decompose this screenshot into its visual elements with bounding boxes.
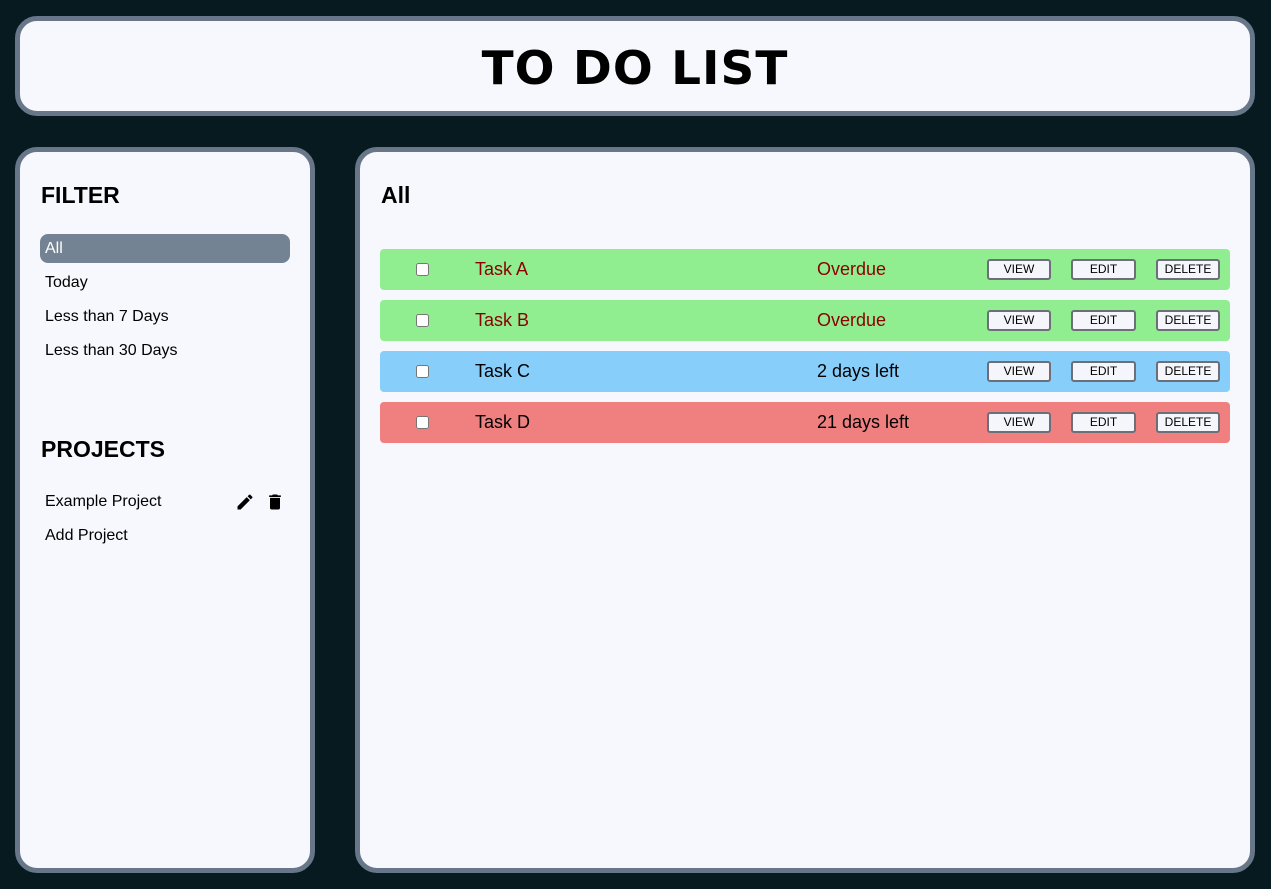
pencil-icon[interactable] — [235, 492, 255, 512]
task-title: Task D — [475, 412, 531, 432]
project-label: Example Project — [45, 493, 162, 510]
task-due: 21 days left — [817, 412, 910, 432]
header-panel: TO DO LIST — [15, 16, 1255, 116]
filter-30-days[interactable]: Less than 30 Days — [40, 336, 290, 365]
filter-today[interactable]: Today — [40, 268, 290, 297]
task-checkbox[interactable] — [416, 416, 429, 429]
task-checkbox[interactable] — [416, 263, 429, 276]
delete-button[interactable]: DELETE — [1156, 310, 1220, 331]
view-button[interactable]: VIEW — [987, 361, 1051, 382]
filter-7-days[interactable]: Less than 7 Days — [40, 302, 290, 331]
task-due: Overdue — [817, 310, 887, 330]
main-panel: All Task A Overdue VIEW EDIT DELETE Task… — [355, 147, 1255, 873]
filter-7-days-label: Less than 7 Days — [45, 308, 169, 325]
task-checkbox[interactable] — [416, 365, 429, 378]
projects-heading: PROJECTS — [41, 436, 165, 462]
add-project-label: Add Project — [45, 527, 128, 544]
delete-button[interactable]: DELETE — [1156, 412, 1220, 433]
trash-icon[interactable] — [265, 492, 285, 512]
delete-button[interactable]: DELETE — [1156, 259, 1220, 280]
view-button[interactable]: VIEW — [987, 259, 1051, 280]
edit-button[interactable]: EDIT — [1071, 412, 1136, 433]
delete-button[interactable]: DELETE — [1156, 361, 1220, 382]
task-row: Task C 2 days left VIEW EDIT DELETE — [380, 351, 1230, 392]
view-button[interactable]: VIEW — [987, 412, 1051, 433]
edit-button[interactable]: EDIT — [1071, 361, 1136, 382]
task-title: Task A — [475, 259, 529, 279]
task-due: Overdue — [817, 259, 887, 279]
task-checkbox[interactable] — [416, 314, 429, 327]
filter-30-days-label: Less than 30 Days — [45, 342, 178, 359]
task-row: Task A Overdue VIEW EDIT DELETE — [380, 249, 1230, 290]
page-title: All — [381, 182, 411, 208]
task-due: 2 days left — [817, 361, 900, 381]
app-title: TO DO LIST — [481, 41, 789, 95]
project-item-example[interactable]: Example Project — [40, 488, 290, 516]
task-title: Task C — [475, 361, 531, 381]
edit-button[interactable]: EDIT — [1071, 310, 1136, 331]
task-row: Task D 21 days left VIEW EDIT DELETE — [380, 402, 1230, 443]
task-row: Task B Overdue VIEW EDIT DELETE — [380, 300, 1230, 341]
filter-all[interactable]: All — [40, 234, 290, 263]
add-project-button[interactable]: Add Project — [40, 522, 290, 550]
edit-button[interactable]: EDIT — [1071, 259, 1136, 280]
filter-heading: FILTER — [41, 182, 120, 208]
view-button[interactable]: VIEW — [987, 310, 1051, 331]
filter-all-label: All — [45, 240, 63, 257]
filter-today-label: Today — [45, 274, 88, 291]
task-title: Task B — [475, 310, 530, 330]
sidebar-panel: FILTER All Today Less than 7 Days Less t… — [15, 147, 315, 873]
